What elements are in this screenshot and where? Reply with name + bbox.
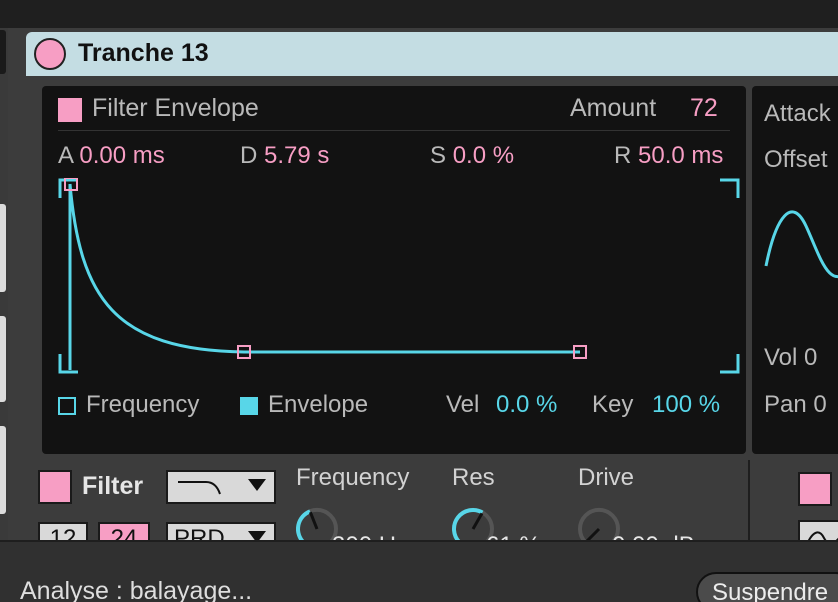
top-bar	[0, 0, 838, 28]
lfo-toggle[interactable]	[798, 472, 832, 506]
status-text: Analyse : balayage...	[20, 577, 253, 602]
strip-notch[interactable]	[0, 204, 6, 292]
decay-param[interactable]: D 5.79 s	[240, 142, 329, 170]
lfo-panel: Attack Offset Vol 0 Pan 0	[752, 86, 838, 454]
decay-label: D	[240, 142, 258, 169]
knob-value-arc	[296, 509, 311, 544]
lfo-pan-label: Pan	[764, 391, 807, 418]
frequency-view-toggle[interactable]	[58, 397, 76, 415]
frequency-view-label[interactable]: Frequency	[86, 391, 199, 419]
device-title-bar[interactable]: Tranche 13	[26, 32, 838, 76]
lfo-pan-param[interactable]: Pan 0	[764, 391, 827, 419]
drive-label: Drive	[578, 464, 635, 491]
lfo-vol-label: Vol	[764, 344, 798, 371]
device-activator-toggle[interactable]	[34, 38, 66, 70]
chevron-down-icon	[248, 479, 266, 491]
vel-label: Vel	[446, 391, 480, 418]
sustain-param[interactable]: S 0.0 %	[430, 142, 514, 170]
filter-label: Filter	[82, 472, 144, 500]
filter-toggle[interactable]	[38, 470, 72, 504]
amount-label: Amount	[570, 94, 657, 122]
envelope-view-label[interactable]: Envelope	[268, 391, 368, 419]
knob-pointer	[471, 512, 484, 530]
vel-value[interactable]: 0.0 %	[496, 391, 557, 419]
lfo-waveform-display[interactable]	[752, 186, 838, 306]
filter-section: Filter 12 24 PRD Frequency 300 Hz Res 61…	[8, 460, 838, 559]
envelope-view-toggle[interactable]	[240, 397, 258, 415]
sustain-label: S	[430, 142, 447, 169]
sustain-value[interactable]: 0.0 %	[453, 142, 514, 169]
decay-value[interactable]: 5.79 s	[264, 142, 329, 169]
frequency-label: Frequency	[296, 464, 410, 491]
amount-value[interactable]: 72	[690, 94, 718, 123]
strip-notch[interactable]	[0, 316, 6, 402]
lfo-vol-param[interactable]: Vol 0	[764, 344, 817, 372]
simpler-device: Tranche 13 Filter Envelope Amount 72 A 0…	[8, 28, 838, 559]
strip-notch[interactable]	[0, 426, 6, 514]
attack-param[interactable]: A 0.00 ms	[58, 142, 165, 170]
lfo-waveform	[764, 210, 838, 279]
attack-value[interactable]: 0.00 ms	[79, 142, 164, 169]
release-param[interactable]: R 50.0 ms	[614, 142, 723, 170]
envelope-graph[interactable]	[54, 178, 744, 400]
left-track-strip	[0, 28, 8, 540]
graph-corner-brackets	[58, 178, 740, 374]
filter-envelope-toggle[interactable]	[58, 98, 82, 122]
filter-type-dropdown[interactable]	[166, 470, 276, 504]
envelope-curve	[68, 183, 580, 354]
divider	[58, 130, 730, 131]
key-value[interactable]: 100 %	[652, 391, 720, 419]
knob-pointer	[308, 511, 319, 530]
suspend-button[interactable]: Suspendre	[696, 572, 838, 602]
lfo-offset-label: Offset	[764, 146, 828, 173]
lfo-pan-value[interactable]: 0	[813, 391, 826, 418]
knob-value-arc	[452, 508, 484, 544]
filter-envelope-title: Filter Envelope	[92, 94, 259, 122]
key-label: Key	[592, 391, 634, 418]
release-label: R	[614, 142, 632, 169]
lfo-vol-value[interactable]: 0	[804, 344, 817, 371]
res-label: Res	[452, 464, 495, 491]
lfo-attack-label: Attack	[764, 100, 831, 127]
filter-envelope-panel: Filter Envelope Amount 72 A 0.00 ms D 5.…	[42, 86, 746, 454]
status-bar: Analyse : balayage... Suspendre	[0, 540, 838, 602]
release-value[interactable]: 50.0 ms	[638, 142, 723, 169]
device-title: Tranche 13	[78, 39, 209, 67]
attack-label: A	[58, 142, 73, 169]
strip-notch[interactable]	[0, 30, 6, 74]
lowpass-curve-icon	[178, 481, 221, 495]
section-divider	[748, 460, 750, 540]
